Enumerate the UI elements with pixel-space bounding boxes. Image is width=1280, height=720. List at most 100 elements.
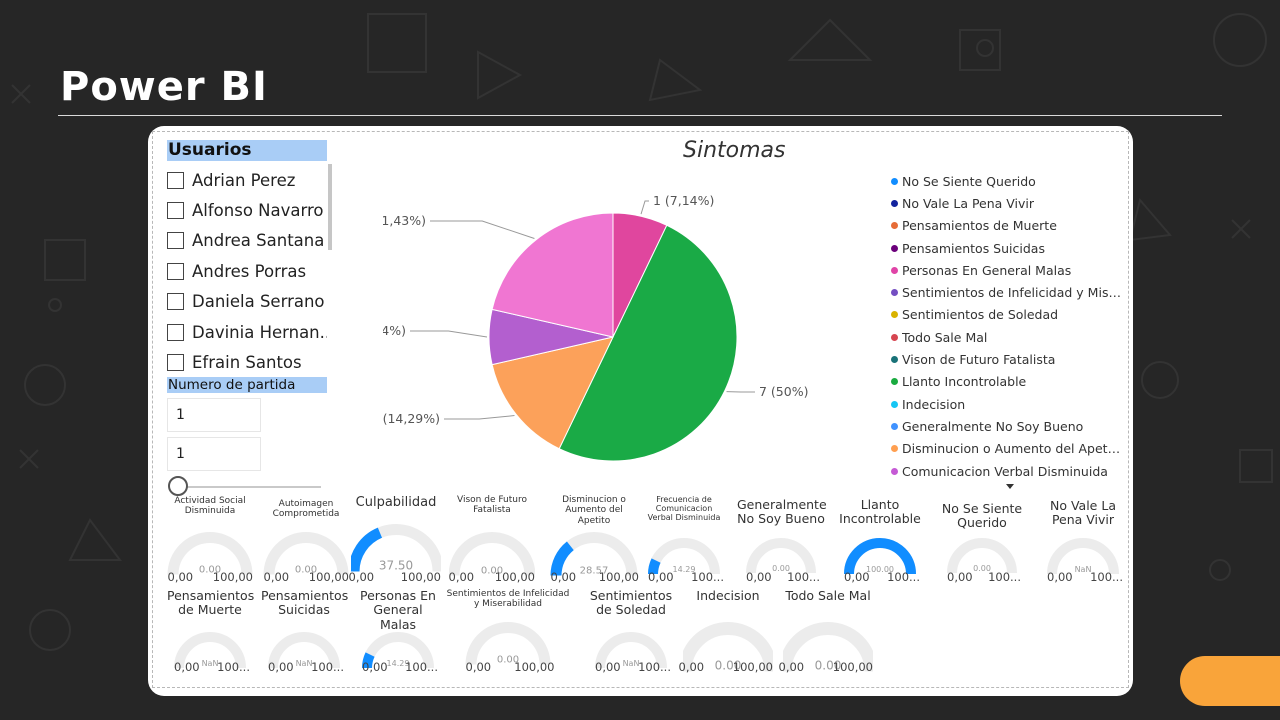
legend-item[interactable]: No Se Siente Querido — [891, 170, 1126, 192]
legend-item[interactable]: Pensamientos Suicidas — [891, 237, 1126, 259]
legend-item[interactable]: Sentimientos de Soledad — [891, 304, 1126, 326]
legend-item[interactable]: Sentimientos de Infelicidad y Miser... — [891, 281, 1126, 303]
slicer-checkbox[interactable] — [167, 202, 184, 220]
legend-color-dot-icon — [891, 400, 898, 408]
partida-max-input[interactable]: 1 — [167, 437, 261, 471]
legend-color-dot-icon — [891, 445, 898, 453]
legend-label: No Vale La Pena Vivir — [902, 195, 1035, 211]
slicer-item[interactable]: Efrain Santos — [167, 347, 327, 371]
gauge[interactable]: Disminucion o Aumento del Apetito 28.57 0,… — [549, 495, 640, 586]
gauge[interactable]: Vison de Futuro Fatalista 0.00 0,00 100,00 — [449, 495, 535, 586]
gauge-min-label: 0,00 — [174, 660, 200, 674]
gauge-title: Pensamientos de Muerte — [167, 588, 255, 618]
gauge[interactable]: Actividad Social Disminuida 0.00 0,00 100,0… — [167, 496, 254, 586]
gauge[interactable]: Sentimientos de Infelicidad y Miserabili… — [443, 589, 573, 676]
slicer-item-label: Alfonso Navarro — [192, 201, 324, 221]
gauge[interactable]: Generalmente No Soy Bueno 0.00 0,00 100... — [737, 497, 827, 586]
gauge-min-label: 0,00 — [348, 570, 375, 584]
gauge[interactable]: Frecuencia de Comunicacion Verbal Dismin… — [643, 495, 725, 586]
sintomas-pie-chart[interactable]: 1 (7,14%) 7 (50%) 2 (14,29%) 1 (7,14%) 3 (21… — [383, 172, 863, 482]
legend-item[interactable]: Todo Sale Mal — [891, 326, 1126, 348]
legend-item[interactable]: Vison de Futuro Fatalista — [891, 348, 1126, 370]
gauge[interactable]: Llanto Incontrolable 100.00 0,00 100... — [837, 497, 923, 586]
gauge-title: Personas En General Malas — [360, 588, 436, 632]
gauge-min-label: 0,00 — [678, 660, 705, 674]
legend-item[interactable]: Llanto Incontrolable — [891, 371, 1126, 393]
gauge[interactable]: Todo Sale Mal 0.00 0,00 100,00 — [779, 588, 873, 676]
slicer-item[interactable]: Adrian Perez — [167, 165, 327, 195]
slicer-item-label: Daniela Serrano — [192, 292, 325, 312]
gauge[interactable]: Pensamientos de Muerte NaN 0,00 100... — [167, 588, 255, 676]
gauge-title: Vison de Futuro Fatalista — [457, 495, 527, 516]
gauge-max-label: 100,00 — [832, 660, 873, 674]
gauge-title: Sentimientos de Infelicidad y Miserabili… — [446, 589, 570, 610]
gauge-max-label: 100,00 — [400, 570, 441, 584]
legend-color-dot-icon — [891, 422, 898, 430]
slicer-checkbox[interactable] — [167, 171, 184, 189]
gauge[interactable]: No Vale La Pena Vivir NaN 0,00 100... — [1043, 498, 1123, 586]
slicer-item[interactable]: Daniela Serrano — [167, 287, 327, 317]
slicer-checkbox[interactable] — [167, 354, 184, 371]
legend-color-dot-icon — [891, 467, 898, 475]
legend-color-dot-icon — [891, 378, 898, 386]
slicer-item[interactable]: Andres Porras — [167, 256, 327, 286]
gauge-title: Sentimientos de Soledad — [589, 588, 673, 618]
legend-item[interactable]: Personas En General Malas — [891, 259, 1126, 281]
pie-legend: No Se Siente Querido No Vale La Pena Vivi… — [891, 170, 1126, 482]
gauge-min-label: 0,00 — [844, 570, 870, 584]
gauge-max-label: 100,00 — [494, 570, 535, 584]
legend-item[interactable]: Indecision — [891, 393, 1126, 415]
gauge-title: Frecuencia de Comunicacion Verbal Dismin… — [647, 495, 721, 523]
pie-data-label: 7 (50%) — [759, 384, 808, 399]
slicer-checkbox[interactable] — [167, 323, 184, 341]
legend-item[interactable]: Pensamientos de Muerte — [891, 215, 1126, 237]
slicer-item-label: Adrian Perez — [192, 170, 296, 190]
pie-data-label: 2 (14,29%) — [383, 411, 440, 426]
gauge-min-label: 0,00 — [1047, 570, 1073, 584]
legend-item[interactable]: No Vale La Pena Vivir — [891, 192, 1126, 214]
gauge[interactable]: Culpabilidad 37.50 0,00 100,00 — [348, 495, 441, 586]
pie-data-label: 1 (7,14%) — [653, 193, 714, 208]
slicer-checkbox[interactable] — [167, 293, 184, 311]
users-slicer-scrollbar[interactable] — [328, 164, 332, 250]
slicer-item[interactable]: Andrea Santana — [167, 226, 327, 256]
pie-data-label: 1 (7,14%) — [383, 323, 406, 338]
gauge[interactable]: Pensamientos Suicidas NaN 0,00 100... — [261, 588, 349, 676]
gauge-min-label: 0,00 — [268, 660, 294, 674]
legend-label: Generalmente No Soy Bueno — [902, 418, 1084, 434]
partida-min-input[interactable]: 1 — [167, 398, 261, 432]
slicer-item[interactable]: Alfonso Navarro — [167, 195, 327, 225]
legend-color-dot-icon — [891, 333, 898, 341]
gauge-max-label: 100... — [638, 660, 671, 674]
users-slicer-list[interactable]: Adrian Perez Alfonso Navarro Andrea Santan… — [167, 165, 327, 371]
gauge[interactable]: Sentimientos de Soledad NaN 0,00 100... — [589, 588, 673, 676]
gauge-max-label: 100... — [691, 570, 724, 584]
pie-leader-line — [410, 330, 488, 338]
gauge-title: Culpabilidad — [355, 495, 437, 510]
slicer-item[interactable]: Davinia Hernan... — [167, 317, 327, 347]
slicer-checkbox[interactable] — [167, 232, 184, 250]
legend-label: Personas En General Malas — [902, 262, 1072, 278]
gauge-min-label: 0,00 — [448, 570, 475, 584]
power-bi-report: Usuarios Adrian Perez Alfonso Navarro Andr… — [152, 131, 1129, 688]
pie-data-label: 3 (21,43%) — [383, 213, 426, 228]
slicer-item-label: Davinia Hernan... — [192, 322, 327, 342]
gauge-value: NaN — [623, 659, 640, 668]
legend-item[interactable]: Disminucion o Aumento del Apetito — [891, 438, 1126, 460]
gauge-max-label: 100... — [405, 660, 438, 674]
legend-item[interactable]: Generalmente No Soy Bueno — [891, 415, 1126, 437]
gauge[interactable]: Personas En General Malas 14.29 0,00 100... — [355, 588, 441, 676]
legend-item[interactable]: Comunicacion Verbal Disminuida — [891, 460, 1126, 482]
slicer-checkbox[interactable] — [167, 262, 184, 280]
gauge-title: Pensamientos Suicidas — [261, 588, 349, 618]
legend-color-dot-icon — [891, 177, 898, 185]
partida-slider-track[interactable] — [179, 486, 321, 488]
gauge[interactable]: Autoimagen Comprometida 0.00 0,00 100,00 — [263, 499, 350, 586]
accent-decoration — [1180, 656, 1280, 706]
users-slicer-header: Usuarios — [167, 140, 327, 161]
legend-scroll-down-icon[interactable] — [1006, 484, 1014, 489]
title-divider — [58, 115, 1222, 116]
gauge[interactable]: Indecision 0.00 0,00 100,00 — [679, 588, 773, 676]
gauge[interactable]: No Se Siente Querido 0.00 0,00 100... — [939, 501, 1025, 586]
partida-slider-thumb[interactable] — [168, 476, 188, 496]
